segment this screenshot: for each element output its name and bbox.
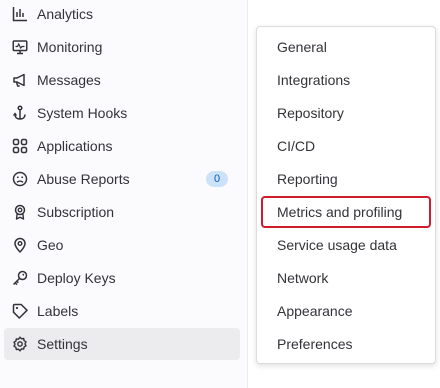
key-icon <box>12 270 28 286</box>
flyout-item-label: Service usage data <box>277 237 397 253</box>
sidebar-item-system-hooks[interactable]: System Hooks <box>4 97 240 129</box>
flyout-item-preferences[interactable]: Preferences <box>261 328 431 360</box>
flyout-item-label: Integrations <box>277 72 351 88</box>
flyout-item-repository[interactable]: Repository <box>261 97 431 129</box>
flyout-item-label: Repository <box>277 105 344 121</box>
monitor-icon <box>12 39 28 55</box>
sidebar-item-label: Analytics <box>37 6 94 22</box>
sidebar-item-deploy-keys[interactable]: Deploy Keys <box>4 262 240 294</box>
sidebar-item-label: System Hooks <box>37 105 128 121</box>
hook-icon <box>12 105 28 121</box>
license-icon <box>12 204 28 220</box>
sidebar-item-label: Geo <box>37 237 64 253</box>
flyout-item-label: Preferences <box>277 336 353 352</box>
flyout-item-appearance[interactable]: Appearance <box>261 295 431 327</box>
sidebar-item-label: Settings <box>37 336 88 352</box>
sidebar-item-label: Applications <box>37 138 113 154</box>
count-badge: 0 <box>206 171 228 187</box>
sidebar-item-geo[interactable]: Geo <box>4 229 240 261</box>
admin-sidebar: Analytics Monitoring Messages System Hoo… <box>0 0 248 388</box>
sidebar-item-label: Labels <box>37 303 79 319</box>
flyout-item-label: Network <box>277 270 329 286</box>
sidebar-item-subscription[interactable]: Subscription <box>4 196 240 228</box>
sidebar-item-labels[interactable]: Labels <box>4 295 240 327</box>
sidebar-item-applications[interactable]: Applications <box>4 130 240 162</box>
location-icon <box>12 237 28 253</box>
flyout-item-reporting[interactable]: Reporting <box>261 163 431 195</box>
flyout-item-service-usage-data[interactable]: Service usage data <box>261 229 431 261</box>
admin-area: Analytics Monitoring Messages System Hoo… <box>0 0 440 388</box>
flyout-item-label: Appearance <box>277 303 353 319</box>
sidebar-item-messages[interactable]: Messages <box>4 64 240 96</box>
applications-icon <box>12 138 28 154</box>
flyout-item-ci-cd[interactable]: CI/CD <box>261 130 431 162</box>
flyout-item-integrations[interactable]: Integrations <box>261 64 431 96</box>
bullhorn-icon <box>12 72 28 88</box>
chart-icon <box>12 6 28 22</box>
sidebar-item-abuse-reports[interactable]: Abuse Reports 0 <box>4 163 240 195</box>
sidebar-item-label: Monitoring <box>37 39 103 55</box>
flyout-item-label: CI/CD <box>277 138 316 154</box>
sidebar-item-label: Deploy Keys <box>37 270 116 286</box>
sidebar-item-analytics[interactable]: Analytics <box>4 0 240 30</box>
flyout-item-label: Reporting <box>277 171 338 187</box>
flyout-item-general[interactable]: General <box>261 31 431 63</box>
sidebar-item-label: Messages <box>37 72 101 88</box>
sidebar-item-monitoring[interactable]: Monitoring <box>4 31 240 63</box>
settings-icon <box>12 336 28 352</box>
sidebar-item-label: Subscription <box>37 204 115 220</box>
abuse-icon <box>12 171 28 187</box>
sidebar-item-label: Abuse Reports <box>37 171 130 187</box>
flyout-item-metrics-and-profiling[interactable]: Metrics and profiling <box>261 196 431 228</box>
flyout-item-network[interactable]: Network <box>261 262 431 294</box>
flyout-item-label: Metrics and profiling <box>277 204 403 220</box>
label-icon <box>12 303 28 319</box>
settings-flyout-menu: General Integrations Repository CI/CD Re… <box>256 26 436 364</box>
sidebar-item-settings[interactable]: Settings <box>4 328 240 360</box>
flyout-item-label: General <box>277 39 327 55</box>
